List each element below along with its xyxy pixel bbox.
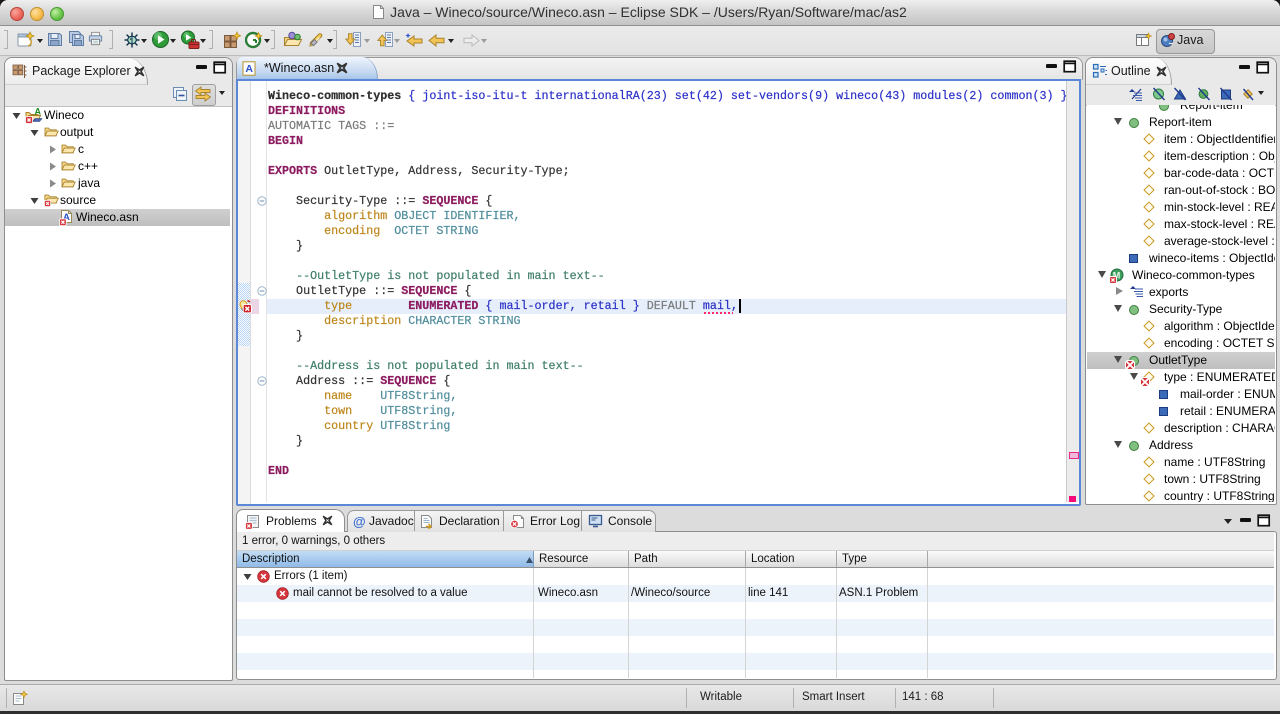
svg-text:A: A [35, 107, 42, 117]
svg-text:A: A [245, 63, 253, 75]
